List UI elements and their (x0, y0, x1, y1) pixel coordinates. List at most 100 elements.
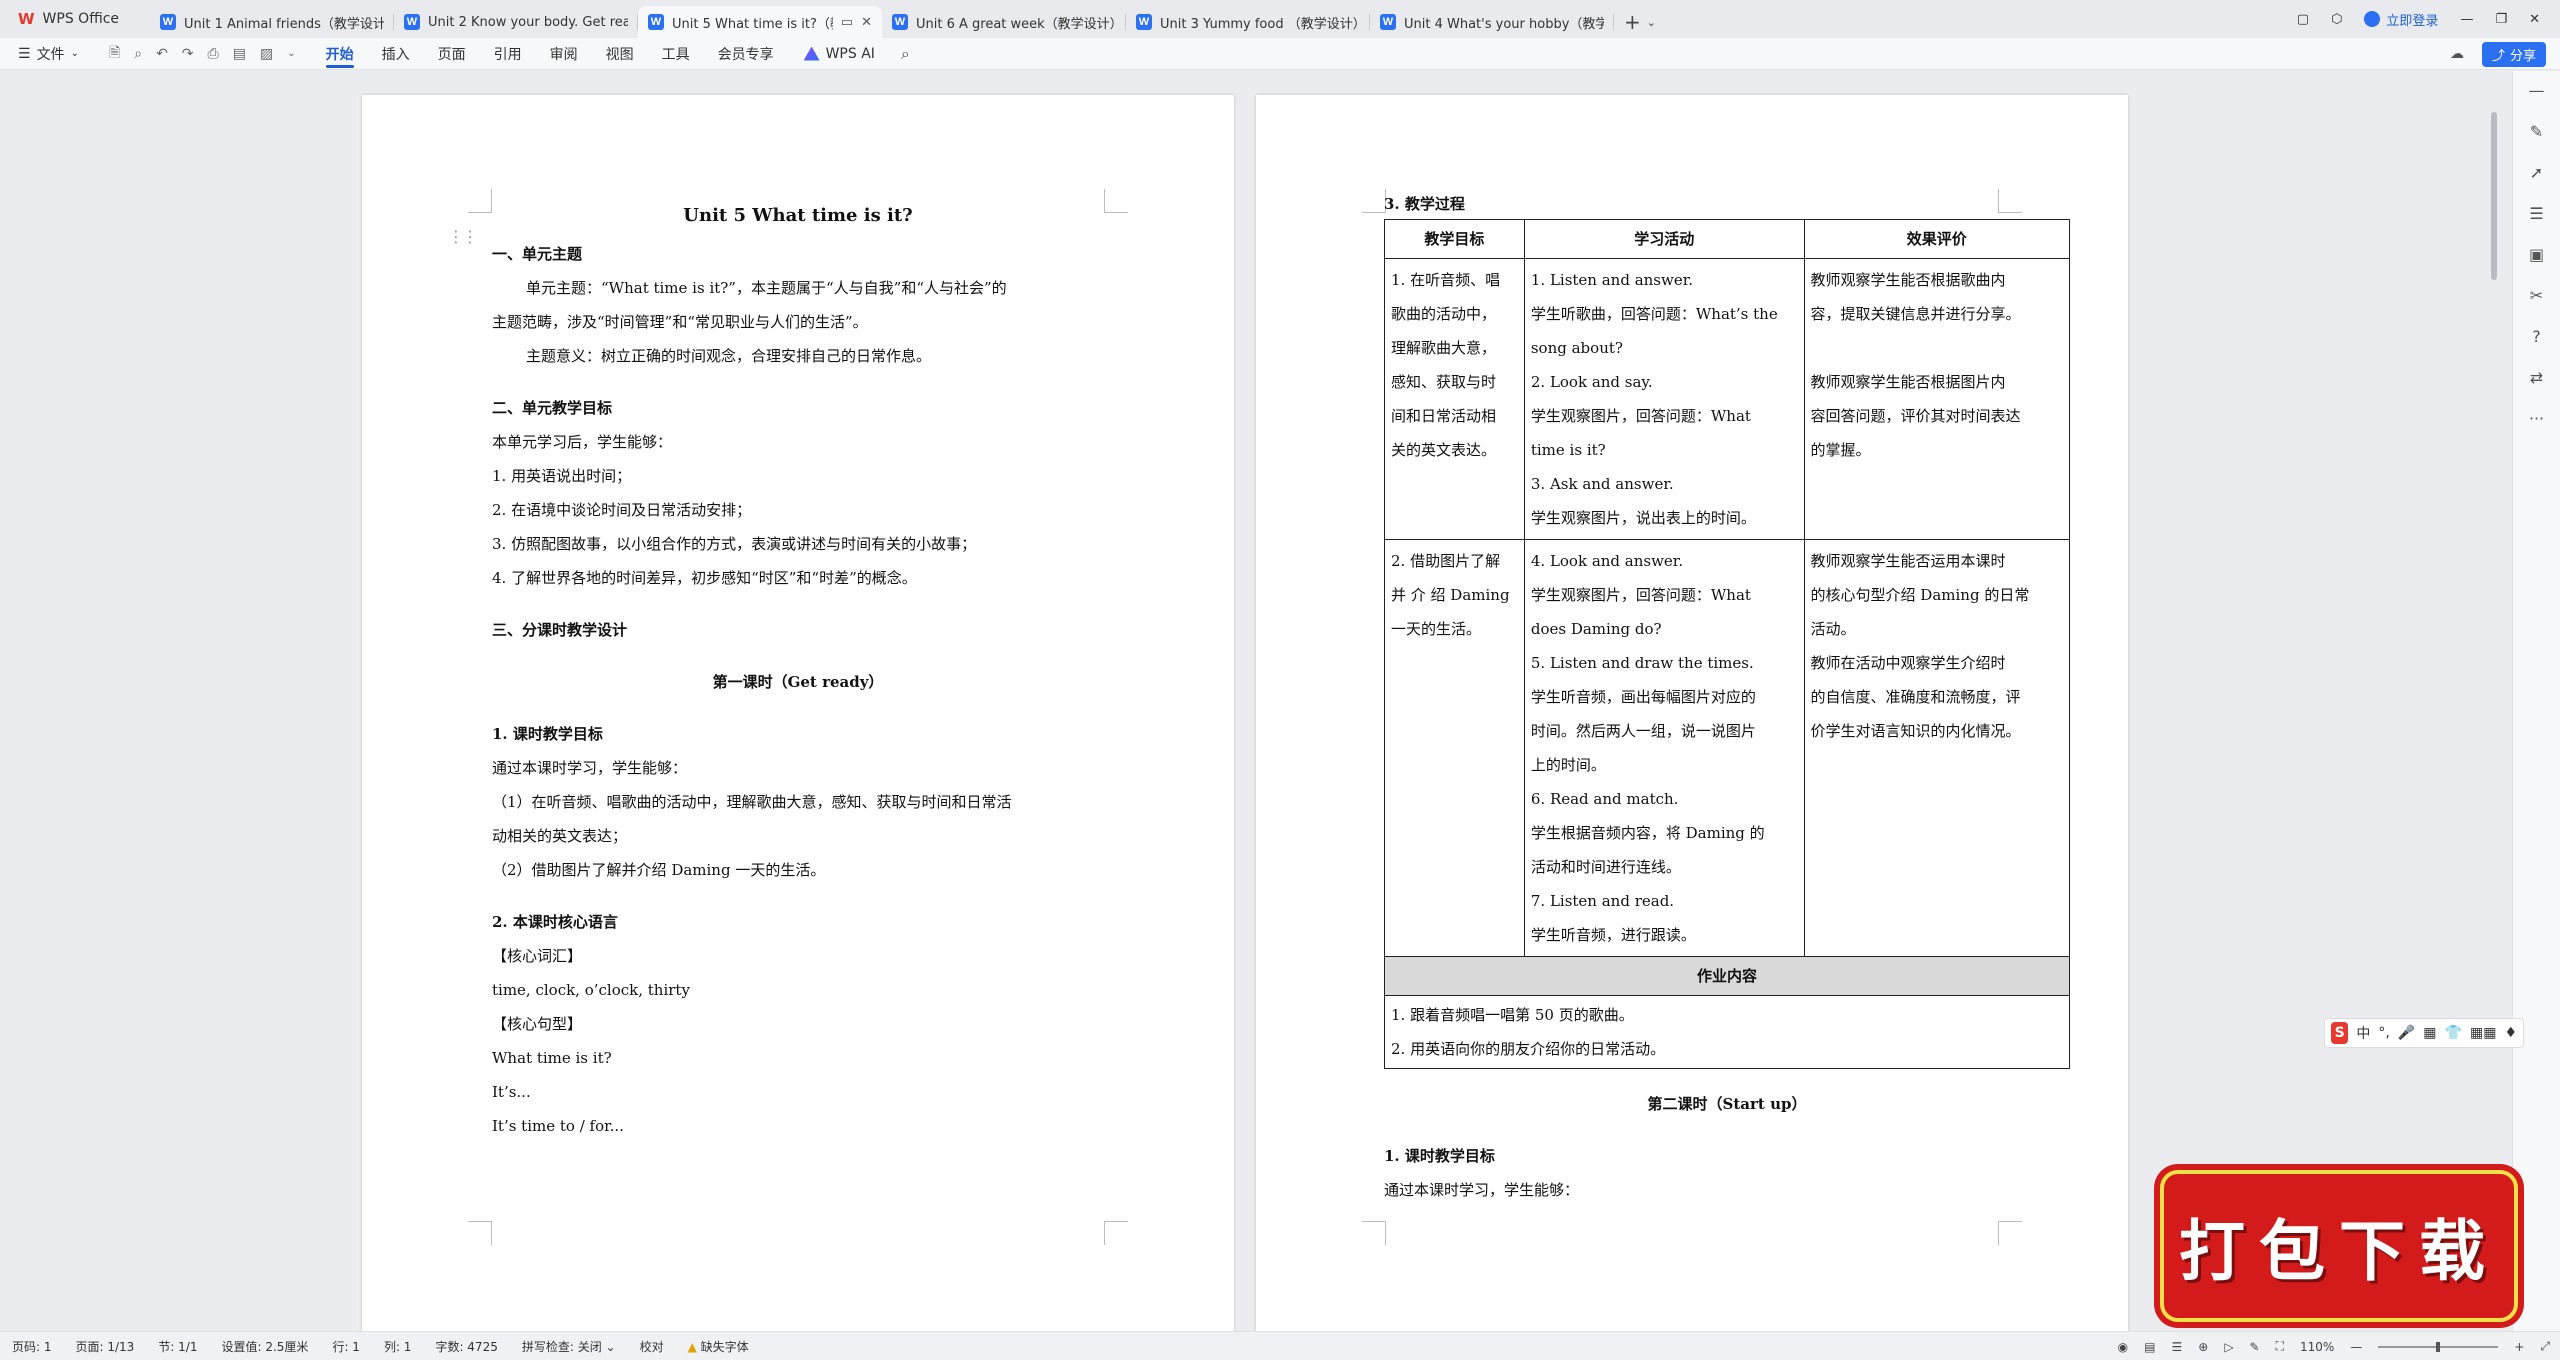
table-cell-evaluation[interactable]: 教师观察学生能否运用本课时 的核心句型介绍 Daming 的日常 活动。 教师在… (1803, 539, 2071, 957)
eye-protect-icon[interactable]: ◉ (2118, 1340, 2128, 1354)
export-pdf-icon[interactable]: ▤ (233, 46, 246, 62)
download-badge[interactable]: 打包下载 (2160, 1170, 2518, 1322)
edit-icon[interactable]: ✎ (2530, 122, 2543, 141)
web-view-icon[interactable]: ⊕ (2198, 1340, 2208, 1354)
teaching-process-table[interactable]: 教学目标 学习活动 效果评价 1. 在听音频、唱 歌曲的活动中， 理解歌曲大意，… (1384, 219, 2071, 1069)
status-words[interactable]: 字数: 4725 (423, 1338, 509, 1355)
doc-tab-unit6[interactable]: W Unit 6 A great week（教学设计）. (882, 6, 1126, 38)
keyboard-icon[interactable]: ▦ (2423, 1025, 2436, 1041)
paragraph: （1）在听音频、唱歌曲的活动中，理解歌曲大意，感知、获取与时间和日常活 (492, 793, 1012, 811)
tab-home[interactable]: 开始 (312, 38, 368, 70)
status-proof[interactable]: 校对 (628, 1338, 676, 1355)
screen-icon[interactable]: ▭ (841, 15, 853, 30)
cube-icon[interactable]: ⬡ (2331, 12, 2342, 27)
window-icon[interactable]: ▢ (2297, 12, 2309, 27)
ime-chinese-mode[interactable]: 中 (2356, 1023, 2370, 1043)
write-mode-icon[interactable]: ✎ (2250, 1340, 2260, 1354)
fullscreen-icon[interactable]: ⤢ (2540, 1339, 2550, 1354)
zoom-slider[interactable] (2378, 1341, 2499, 1352)
status-col[interactable]: 列: 1 (372, 1338, 424, 1355)
search-icon[interactable]: ⌕ (891, 44, 920, 64)
zoom-slider-knob[interactable] (2436, 1341, 2441, 1352)
close-window-icon[interactable]: ✕ (2529, 12, 2540, 27)
undo-icon[interactable]: ↶ (156, 46, 168, 62)
page-1[interactable]: ⋮⋮ Unit 5 What time is it? 一、单元主题 单元主题：“… (362, 95, 1234, 1331)
table-cell-activities[interactable]: 1. Listen and answer. 学生听歌曲，回答问题：What’s … (1523, 258, 1805, 540)
format-painter-icon[interactable]: ▨ (260, 46, 273, 62)
collapse-icon[interactable]: — (2529, 81, 2545, 100)
skin-icon[interactable]: 👕 (2445, 1025, 2462, 1041)
list-item: 4. 了解世界各地的时间差异，初步感知“时区”和“时差”的概念。 (492, 569, 917, 587)
tab-view[interactable]: 视图 (592, 38, 648, 70)
share-button[interactable]: ⤴ 分享 (2481, 41, 2546, 67)
more-icon[interactable]: ··· (2529, 409, 2544, 428)
doc-tab-unit2[interactable]: W Unit 2 Know your body. Get ready (394, 6, 638, 38)
new-tab-button[interactable]: + ⌄ (1614, 6, 1666, 38)
page-view-icon[interactable]: ▤ (2144, 1340, 2155, 1354)
ime-more-icon[interactable]: ♦ (2504, 1025, 2517, 1041)
doc-tab-unit1[interactable]: W Unit 1 Animal friends（教学设计） (150, 6, 394, 38)
zoom-in-icon[interactable]: + (2514, 1340, 2524, 1354)
table-cell-goal[interactable]: 2. 借助图片了解 并 介 绍 Daming 一天的生活。 (1384, 539, 1525, 957)
tools-icon[interactable]: ✂ (2530, 286, 2543, 305)
tab-references[interactable]: 引用 (480, 38, 536, 70)
login-button[interactable]: 立即登录 (2364, 10, 2438, 29)
status-setting[interactable]: 设置值: 2.5厘米 (209, 1338, 320, 1355)
save-icon[interactable]: 🗎 (109, 42, 120, 66)
tab-tools[interactable]: 工具 (648, 38, 704, 70)
lesson-heading: 第一课时（Get ready） (712, 673, 884, 691)
settings-sliders-icon[interactable]: ☰ (2529, 204, 2543, 223)
toolbox-icon[interactable]: ▦▦ (2470, 1025, 2496, 1041)
vertical-scrollbar[interactable] (2488, 110, 2498, 1330)
ime-toolbar[interactable]: S 中 °, 🎤 ▦ 👕 ▦▦ ♦ (2324, 1018, 2524, 1048)
table-cell-activities[interactable]: 4. Look and answer. 学生观察图片，回答问题：What doe… (1523, 539, 1805, 957)
zoom-level[interactable]: 110% (2300, 1340, 2334, 1354)
read-mode-icon[interactable]: ▷ (2224, 1340, 2233, 1354)
list-item: 2. 在语境中谈论时间及日常活动安排； (492, 501, 752, 519)
page-2-content[interactable]: 3. 教学过程 教学目标 学习活动 效果评价 1. 在听音频、唱 歌曲的活动中，… (1384, 189, 2074, 1207)
homework-cell[interactable]: 1. 跟着音频唱一唱第 50 页的歌曲。 2. 用英语向你的朋友介绍你的日常活动… (1384, 995, 2070, 1069)
status-pages[interactable]: 页面: 1/13 (64, 1338, 147, 1355)
word-doc-icon: W (1136, 14, 1152, 30)
redo-icon[interactable]: ↷ (182, 46, 194, 62)
page-2[interactable]: 3. 教学过程 教学目标 学习活动 效果评价 1. 在听音频、唱 歌曲的活动中，… (1256, 95, 2128, 1331)
wps-ai-button[interactable]: WPS AI (788, 46, 891, 62)
tab-review[interactable]: 审阅 (536, 38, 592, 70)
doc-tab-unit3[interactable]: W Unit 3 Yummy food （教学设计）. (1126, 6, 1370, 38)
tab-member[interactable]: 会员专享 (704, 38, 788, 70)
file-menu[interactable]: ☰ 文件 ⌄ (0, 44, 93, 64)
minimize-icon[interactable]: — (2460, 12, 2473, 27)
status-row[interactable]: 行: 1 (320, 1338, 372, 1355)
status-spellcheck[interactable]: 拼写检查: 关闭 ⌄ (510, 1338, 628, 1355)
print-icon[interactable]: ⎙ (208, 46, 219, 62)
document-canvas[interactable]: ⋮⋮ Unit 5 What time is it? 一、单元主题 单元主题：“… (0, 71, 2480, 1331)
page-1-content[interactable]: Unit 5 What time is it? 一、单元主题 单元主题：“Wha… (492, 193, 1104, 1143)
help-icon[interactable]: ? (2532, 327, 2541, 346)
table-cell-evaluation[interactable]: 教师观察学生能否根据歌曲内 容，提取关键信息并进行分享。 教师观察学生能否根据图… (1803, 258, 2071, 540)
paragraph-drag-handle-icon[interactable]: ⋮⋮ (448, 227, 478, 246)
wps-home-tab[interactable]: W WPS Office (0, 0, 150, 38)
search-replace-icon[interactable]: ⌕ (134, 46, 142, 62)
status-pagecode[interactable]: 页码: 1 (0, 1338, 64, 1355)
status-missing-font[interactable]: ▲ 缺失字体 (676, 1338, 761, 1355)
ime-punctuation-icon[interactable]: °, (2378, 1025, 2389, 1041)
select-cursor-icon[interactable]: ➚ (2530, 163, 2543, 182)
doc-tab-unit4[interactable]: W Unit 4 What's your hobby（教学设 (1370, 6, 1614, 38)
chevron-down-icon[interactable]: ⌄ (287, 48, 295, 59)
zoom-out-icon[interactable]: — (2350, 1340, 2362, 1354)
scrollbar-thumb[interactable] (2491, 112, 2497, 280)
restore-icon[interactable]: ❐ (2495, 12, 2507, 27)
image-icon[interactable]: ▣ (2529, 245, 2544, 264)
fit-page-icon[interactable]: ⛶ (2276, 1339, 2284, 1354)
close-tab-icon[interactable]: ✕ (861, 15, 872, 30)
outline-view-icon[interactable]: ☰ (2171, 1340, 2182, 1354)
doc-tab-unit5[interactable]: W Unit 5 What time is it?（教 ▭ ✕ (638, 6, 882, 38)
cloud-sync-icon[interactable]: ☁ (2450, 46, 2464, 62)
margin-corner (468, 189, 492, 213)
table-cell-goal[interactable]: 1. 在听音频、唱 歌曲的活动中， 理解歌曲大意， 感知、获取与时 间和日常活动… (1384, 258, 1525, 540)
status-section[interactable]: 节: 1/1 (146, 1338, 209, 1355)
translate-icon[interactable]: ⇄ (2530, 368, 2543, 387)
microphone-icon[interactable]: 🎤 (2398, 1025, 2415, 1041)
tab-page[interactable]: 页面 (424, 38, 480, 70)
tab-insert[interactable]: 插入 (368, 38, 424, 70)
